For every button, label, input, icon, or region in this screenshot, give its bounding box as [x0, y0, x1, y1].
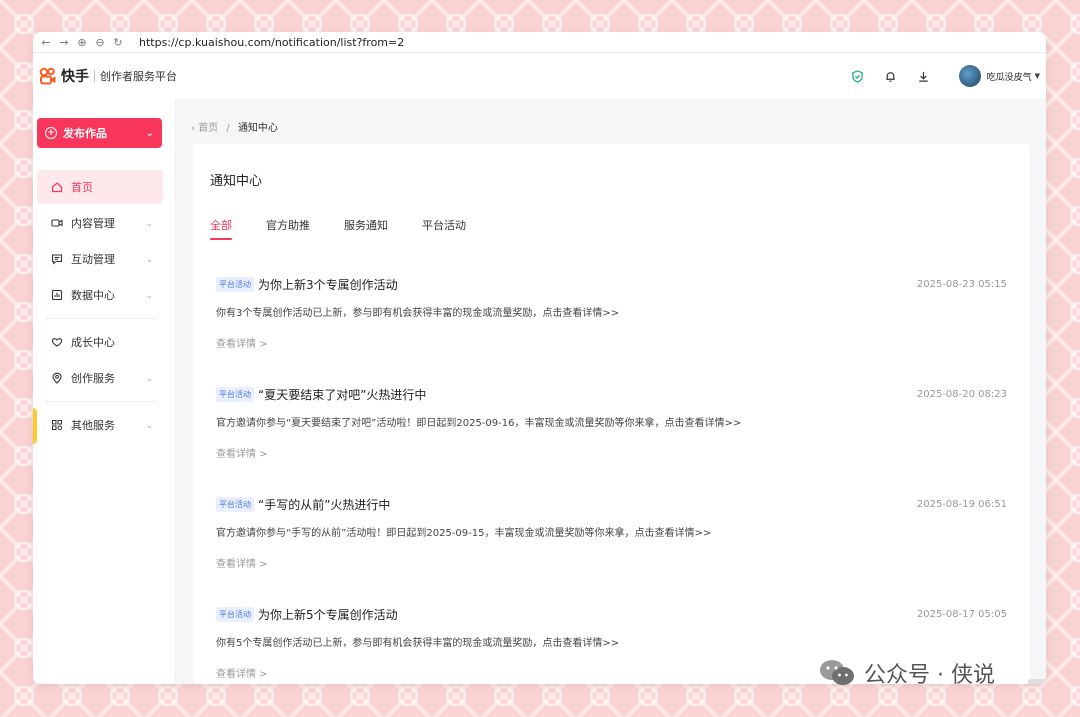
bell-icon[interactable]: [880, 65, 902, 87]
notice-description: 官方邀请你参与“夏天要结束了对吧”活动啦！即日起到2025-09-16，丰富现金…: [216, 418, 742, 429]
sidebar: + 发布作品 ⌄ 首页 内容管理 ⌄ 互动管理 ⌄ 数据中心 ⌄ 成长中心 创作…: [33, 99, 176, 684]
floating-side-tab[interactable]: [33, 408, 37, 444]
notice-title: 为你上新5个专属创作活动: [258, 607, 398, 622]
tab-all[interactable]: 全部: [210, 217, 232, 240]
notice-description: 官方邀请你参与“手写的从前”活动啦！即日起到2025-09-15，丰富现金或流量…: [216, 528, 712, 539]
sidebar-item-label: 其他服务: [71, 419, 115, 432]
chevron-down-icon: ⌄: [146, 254, 153, 264]
breadcrumb-current: 通知中心: [237, 123, 278, 134]
zoom-out-icon[interactable]: ⊖: [91, 36, 109, 49]
wechat-icon: [820, 660, 854, 685]
caret-down-icon[interactable]: ▼: [1035, 72, 1040, 80]
location-icon: [50, 372, 63, 385]
sidebar-menu: 首页 内容管理 ⌄ 互动管理 ⌄ 数据中心 ⌄ 成长中心 创作服务 ⌄ 其他服务…: [33, 170, 175, 442]
sidebar-item-interaction[interactable]: 互动管理 ⌄: [37, 242, 163, 276]
publish-button[interactable]: + 发布作品 ⌄: [37, 118, 162, 148]
activity-badge: 平台活动: [216, 386, 254, 402]
app-header: 快手 创作者服务平台 吃瓜没皮气 ▼: [33, 53, 1046, 100]
tab-official-boost[interactable]: 官方助推: [266, 217, 310, 238]
sidebar-item-growth[interactable]: 成长中心: [37, 325, 163, 359]
sidebar-item-label: 成长中心: [71, 336, 115, 349]
notice-timestamp: 2025-08-23 05:15: [916, 278, 1007, 290]
heart-icon: [50, 336, 63, 349]
logo-text: 快手: [61, 69, 89, 85]
reload-icon[interactable]: ↻: [109, 36, 127, 49]
menu-divider: [45, 318, 156, 319]
forward-icon[interactable]: →: [55, 36, 73, 49]
video-icon: [50, 217, 63, 230]
comment-icon: [50, 253, 63, 266]
apps-icon: [50, 419, 63, 432]
menu-divider: [45, 401, 156, 402]
chevron-down-icon: ⌄: [146, 420, 153, 430]
breadcrumb: ‹ 首页 / 通知中心: [191, 119, 278, 134]
activity-badge: 平台活动: [216, 606, 254, 622]
chevron-down-icon: ⌄: [146, 373, 153, 383]
chart-icon: [50, 289, 63, 302]
view-details-link[interactable]: 查看详情 >: [216, 335, 1007, 350]
floating-help-widget[interactable]: [1028, 679, 1046, 684]
sidebar-item-label: 互动管理: [71, 253, 115, 266]
zoom-in-icon[interactable]: ⊕: [73, 36, 91, 49]
breadcrumb-home[interactable]: 首页: [198, 123, 218, 134]
back-icon[interactable]: ←: [37, 36, 55, 49]
notice-title: 为你上新3个专属创作活动: [258, 277, 398, 292]
list-item: 平台活动 “夏天要结束了对吧”火热进行中 2025-08-20 08:23 官方…: [216, 386, 1007, 496]
notice-timestamp: 2025-08-17 05:05: [916, 608, 1007, 620]
list-item: 平台活动 “手写的从前”火热进行中 2025-08-19 06:51 官方邀请你…: [216, 496, 1007, 606]
home-icon: [50, 181, 63, 194]
sidebar-item-label: 创作服务: [71, 372, 115, 385]
view-details-link[interactable]: 查看详情 >: [216, 445, 1007, 460]
breadcrumb-back-icon[interactable]: ‹: [191, 123, 195, 134]
notification-panel: 通知中心 全部 官方助推 服务通知 平台活动 平台活动 为你上新3个专属创作活动…: [193, 144, 1030, 684]
view-details-link[interactable]: 查看详情 >: [216, 555, 1007, 570]
browser-window: ← → ⊕ ⊖ ↻ https://cp.kuaishou.com/notifi…: [33, 32, 1046, 684]
address-bar[interactable]: https://cp.kuaishou.com/notification/lis…: [139, 36, 404, 49]
notice-title: “夏天要结束了对吧”火热进行中: [258, 387, 427, 402]
avatar[interactable]: [958, 65, 981, 87]
tab-service-notice[interactable]: 服务通知: [344, 217, 388, 238]
main-content: ‹ 首页 / 通知中心 通知中心 全部 官方助推 服务通知 平台活动 平台活动 …: [175, 99, 1046, 684]
sidebar-item-other[interactable]: 其他服务 ⌄: [37, 408, 163, 442]
chevron-down-icon: ⌄: [146, 218, 153, 228]
page-title: 通知中心: [210, 174, 263, 189]
notice-description: 你有3个专属创作活动已上新，参与即有机会获得丰富的现金或流量奖励，点击查看详情>…: [216, 308, 620, 319]
logo-divider: [94, 70, 95, 82]
sidebar-item-label: 首页: [71, 181, 93, 194]
watermark: 公众号 · 侠说: [818, 657, 995, 689]
chevron-down-icon: ⌄: [146, 290, 153, 300]
platform-subtitle: 创作者服务平台: [100, 70, 177, 83]
kuaishou-logo-icon[interactable]: [39, 67, 57, 85]
sidebar-item-content[interactable]: 内容管理 ⌄: [37, 206, 163, 240]
sidebar-item-home[interactable]: 首页: [37, 170, 163, 204]
tab-platform-activity[interactable]: 平台活动: [422, 217, 466, 238]
notice-timestamp: 2025-08-19 06:51: [916, 498, 1007, 510]
sidebar-item-data[interactable]: 数据中心 ⌄: [37, 278, 163, 312]
activity-badge: 平台活动: [216, 496, 254, 512]
download-icon[interactable]: [913, 65, 935, 87]
breadcrumb-separator: /: [226, 123, 230, 134]
notice-title: “手写的从前”火热进行中: [258, 497, 391, 512]
header-actions: 吃瓜没皮气 ▼: [836, 65, 1040, 87]
browser-toolbar: ← → ⊕ ⊖ ↻ https://cp.kuaishou.com/notifi…: [33, 32, 1046, 53]
sidebar-item-label: 数据中心: [71, 289, 115, 302]
sidebar-item-label: 内容管理: [71, 217, 115, 230]
activity-badge: 平台活动: [216, 276, 254, 292]
list-item: 平台活动 为你上新3个专属创作活动 2025-08-23 05:15 你有3个专…: [216, 276, 1007, 386]
sidebar-item-creation[interactable]: 创作服务 ⌄: [37, 361, 163, 395]
plus-circle-icon: +: [45, 127, 57, 139]
notification-list: 平台活动 为你上新3个专属创作活动 2025-08-23 05:15 你有3个专…: [216, 276, 1007, 684]
chevron-down-icon: ⌄: [145, 127, 154, 139]
watermark-text: 公众号 · 侠说: [864, 663, 995, 688]
notice-description: 你有5个专属创作活动已上新，参与即有机会获得丰富的现金或流量奖励，点击查看详情>…: [216, 638, 620, 649]
shield-icon[interactable]: [847, 65, 869, 87]
publish-button-label: 发布作品: [63, 127, 107, 140]
notice-timestamp: 2025-08-20 08:23: [916, 388, 1007, 400]
notification-tabs: 全部 官方助推 服务通知 平台活动: [210, 217, 500, 240]
username[interactable]: 吃瓜没皮气: [987, 70, 1032, 83]
